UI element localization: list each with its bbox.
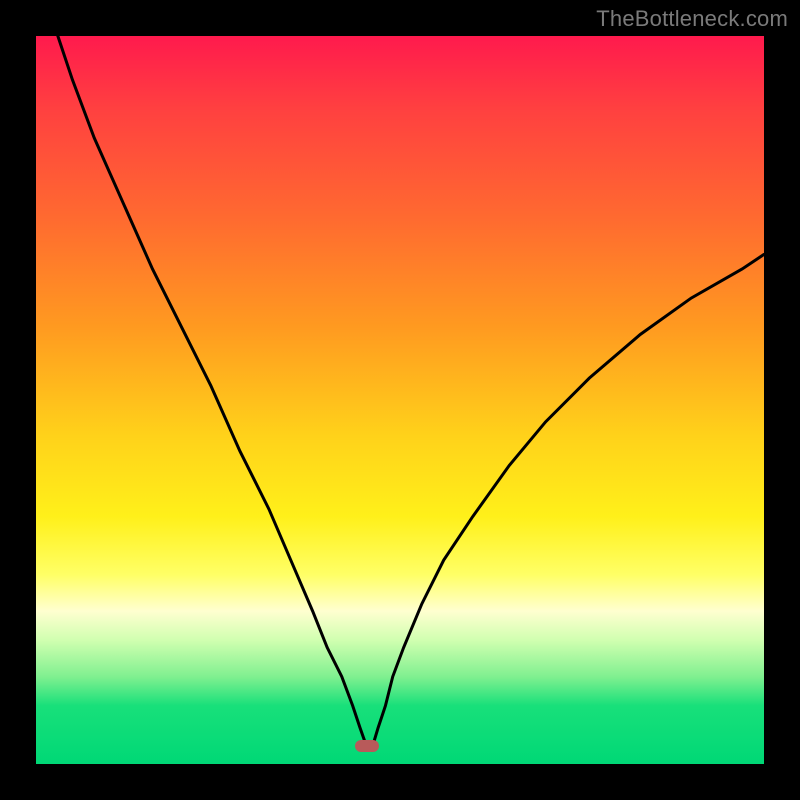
watermark-text: TheBottleneck.com xyxy=(596,6,788,32)
bottleneck-curve xyxy=(58,36,764,746)
curve-svg xyxy=(36,36,764,764)
plot-area xyxy=(36,36,764,764)
chart-frame: TheBottleneck.com xyxy=(0,0,800,800)
optimal-marker xyxy=(355,740,379,752)
